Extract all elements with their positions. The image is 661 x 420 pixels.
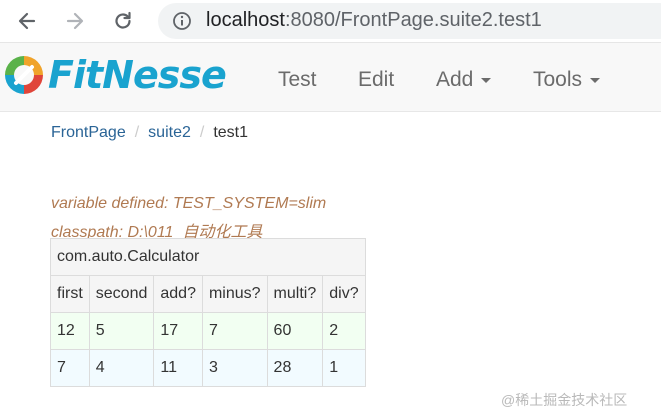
menu-edit-label: Edit <box>358 68 395 91</box>
header-cell: div? <box>322 275 366 313</box>
table-cell: 17 <box>153 312 203 350</box>
browser-toolbar: localhost:8080/FrontPage.suite2.test1 <box>0 0 661 43</box>
calculator-table: com.auto.Calculator first second add? mi… <box>50 238 366 387</box>
table-cell: 12 <box>50 312 90 350</box>
address-bar[interactable]: localhost:8080/FrontPage.suite2.test1 <box>158 3 661 39</box>
header-cell: add? <box>153 275 203 313</box>
table-cell: 60 <box>266 312 324 350</box>
arrow-right-icon <box>66 12 84 30</box>
table-row: 7 4 11 3 28 1 <box>50 349 366 387</box>
watermark: @稀土掘金技术社区 <box>501 392 628 408</box>
arrow-left-icon <box>18 12 36 30</box>
table-title-row: com.auto.Calculator <box>50 238 366 276</box>
table-title: com.auto.Calculator <box>50 238 366 276</box>
table-cell: 1 <box>322 349 366 387</box>
url-path: :8080/FrontPage.suite2.test1 <box>284 9 542 31</box>
url-text[interactable]: localhost:8080/FrontPage.suite2.test1 <box>206 9 542 32</box>
breadcrumb-link-frontpage[interactable]: FrontPage <box>51 124 126 141</box>
reload-button[interactable] <box>108 6 138 36</box>
table-cell: 2 <box>322 312 366 350</box>
menu-add-dropdown[interactable]: Add <box>436 68 492 92</box>
variable-defined-line: variable defined: TEST_SYSTEM=slim <box>51 195 327 212</box>
back-button[interactable] <box>12 6 42 36</box>
menu-test-label: Test <box>278 68 317 91</box>
breadcrumb-separator: / <box>134 124 140 141</box>
table-cell: 3 <box>201 349 268 387</box>
url-host: localhost <box>206 9 285 31</box>
table-cell: 11 <box>153 349 203 387</box>
menu-add-label: Add <box>436 68 474 91</box>
header-cell: second <box>88 275 155 313</box>
breadcrumb-link-suite2[interactable]: suite2 <box>148 124 191 141</box>
forward-button[interactable] <box>60 6 90 36</box>
table-header-row: first second add? minus? multi? div? <box>50 275 366 313</box>
breadcrumb-separator: / <box>199 124 205 141</box>
reload-icon <box>115 11 131 29</box>
table-cell: 4 <box>88 349 155 387</box>
header-cell: minus? <box>201 275 268 313</box>
menu-tools-dropdown[interactable]: Tools <box>533 68 601 92</box>
fitnesse-logo[interactable]: FitNesse <box>2 53 227 97</box>
table-cell: 7 <box>50 349 90 387</box>
table-cell: 5 <box>88 312 155 350</box>
caret-down-icon <box>590 77 601 83</box>
table-cell: 28 <box>266 349 324 387</box>
header-cell: first <box>50 275 90 313</box>
info-icon[interactable] <box>172 11 192 31</box>
fitnesse-logo-icon <box>5 56 43 94</box>
table-cell: 7 <box>201 312 268 350</box>
header-cell: multi? <box>266 275 324 313</box>
menu-test[interactable]: Test <box>278 68 317 92</box>
menu-tools-label: Tools <box>533 68 583 91</box>
logo-wordmark: FitNesse <box>48 53 227 97</box>
breadcrumb-current: test1 <box>213 124 249 141</box>
fitnesse-navbar: FitNesse Test Edit Add Tools <box>0 43 661 112</box>
table-row: 12 5 17 7 60 2 <box>50 312 366 350</box>
caret-down-icon <box>481 77 492 83</box>
menu-edit[interactable]: Edit <box>358 68 394 92</box>
breadcrumb: FrontPage / suite2 / test1 <box>51 124 248 142</box>
